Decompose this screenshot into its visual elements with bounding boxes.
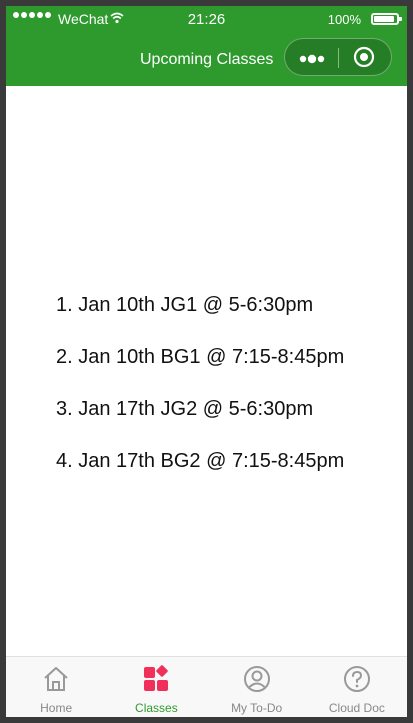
tab-label: Classes (135, 701, 178, 715)
tab-bar: Home Classes My To-Do Cloud Doc (6, 656, 407, 717)
battery-percentage: 100% (327, 12, 361, 27)
tab-label: My To-Do (231, 701, 283, 715)
tab-my-todo[interactable]: My To-Do (207, 657, 307, 717)
class-item: 2. Jan 10th BG1 @ 7:15-8:45pm (56, 346, 345, 368)
page-title: Upcoming Classes (140, 51, 274, 68)
home-icon (42, 665, 70, 693)
nav-bar: Upcoming Classes (6, 34, 407, 86)
tab-label: Home (40, 701, 73, 715)
target-close-icon[interactable] (353, 46, 375, 68)
battery-fill (374, 16, 394, 22)
more-dots-icon[interactable] (298, 52, 328, 64)
tab-cloud-doc[interactable]: Cloud Doc (307, 657, 407, 717)
class-item: 1. Jan 10th JG1 @ 5-6:30pm (56, 294, 314, 316)
tab-home[interactable]: Home (6, 657, 106, 717)
class-item: 3. Jan 17th JG2 @ 5-6:30pm (56, 398, 314, 420)
status-bar: WeChat 21:26 100% (6, 6, 407, 34)
phone-screen: WeChat 21:26 100% Upcoming Classes 1. Ja… (6, 6, 407, 717)
class-list: 1. Jan 10th JG1 @ 5-6:30pm 2. Jan 10th B… (56, 292, 344, 500)
user-circle-icon (243, 665, 271, 693)
menu-capsule (284, 38, 392, 76)
capsule-divider (338, 48, 339, 68)
battery-icon (371, 13, 402, 25)
classes-grid-icon (142, 665, 170, 693)
tab-label: Cloud Doc (328, 701, 385, 715)
help-circle-icon (343, 665, 371, 693)
main-content: 1. Jan 10th JG1 @ 5-6:30pm 2. Jan 10th B… (6, 86, 407, 656)
tab-classes[interactable]: Classes (106, 657, 206, 717)
class-item: 4. Jan 17th BG2 @ 7:15-8:45pm (56, 450, 345, 472)
